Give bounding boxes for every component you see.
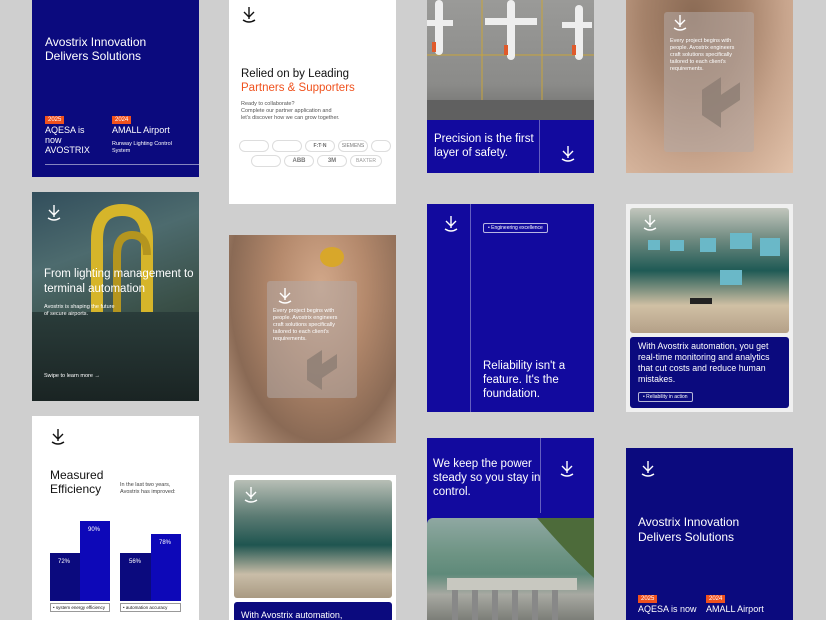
avostrix-logo-icon: [560, 145, 576, 163]
card-text: With Avostrix automation,: [241, 610, 343, 620]
heading-line1: Relied on by Leading: [241, 68, 350, 80]
year-badge: 2025: [45, 108, 65, 126]
card-measured-efficiency[interactable]: Measured Efficiency In the last two year…: [32, 416, 199, 620]
item-text: AMALL Airport: [706, 604, 764, 614]
swipe-link[interactable]: Swipe to learn more →: [44, 373, 100, 379]
subtext: Complete our partner application and: [241, 108, 332, 114]
brand-mark-graphic: [702, 75, 740, 130]
bar-label: 78%: [159, 540, 172, 546]
card-text: Precision is the first layer of safety.: [434, 133, 534, 159]
card-innovation-repeat[interactable]: Avostrix Innovation Delivers Solutions 2…: [626, 448, 793, 620]
card-text: Every project begins with people. Avostr…: [670, 38, 735, 72]
card-power[interactable]: We keep the power steady so you stay in …: [427, 438, 594, 620]
subtext: Ready to collaborate?: [241, 101, 295, 107]
year-badge: 2025: [638, 587, 658, 605]
category-pill: • Reliability in action: [638, 392, 693, 402]
avostrix-logo-icon: [243, 486, 259, 504]
card-title: Measured Efficiency: [50, 468, 104, 496]
card-automation[interactable]: With Avostrix automation, you get real-t…: [626, 204, 793, 412]
item-text: AQESA is now AVOSTRIX: [45, 125, 90, 155]
card-reliability[interactable]: • Engineering excellence Reliability isn…: [427, 204, 594, 412]
bar-label: 56%: [129, 559, 142, 565]
divider: [470, 204, 471, 412]
item-subtext: Runway Lighting Control System: [112, 141, 172, 154]
divider: [539, 120, 540, 173]
item-text: AQESA is now: [638, 604, 697, 614]
card-text: Reliability isn't a feature. It's the fo…: [483, 360, 566, 400]
subtext: let's discover how we can grow together.: [241, 115, 340, 121]
card-title: From lighting management to terminal aut…: [44, 268, 194, 295]
card-text: We keep the power steady so you stay in …: [433, 458, 541, 498]
avostrix-logo-icon: [50, 428, 66, 446]
card-title: Avostrix Innovation Delivers Solutions: [638, 515, 740, 544]
avostrix-logo-icon: [640, 460, 656, 478]
bar-after-efficiency: [80, 521, 110, 601]
partner-logo: BAXTER: [350, 155, 382, 167]
chart-legend: • automation accuracy: [120, 603, 181, 612]
year-badge: 2024: [706, 587, 726, 605]
year-badge: 2024: [112, 108, 132, 126]
card-people-photo[interactable]: Every project begins with people. Avostr…: [229, 235, 396, 443]
avostrix-logo-icon: [277, 287, 293, 305]
card-partners[interactable]: Relied on by Leading Partners & Supporte…: [229, 0, 396, 204]
avostrix-logo-icon: [443, 215, 459, 233]
avostrix-logo-icon: [642, 214, 658, 232]
building-photo: [32, 312, 199, 401]
partner-logo: [251, 155, 281, 167]
card-innovation[interactable]: Avostrix Innovation Delivers Solutions 2…: [32, 0, 199, 177]
partner-logo: [239, 140, 269, 152]
divider: [45, 164, 199, 165]
card-automation-bottom[interactable]: With Avostrix automation,: [229, 475, 396, 620]
partner-logo: ABB: [284, 155, 314, 167]
bar-label: 72%: [58, 559, 71, 565]
card-text: Every project begins with people. Avostr…: [273, 308, 338, 342]
partner-logo: SIEMENS: [338, 140, 368, 152]
avostrix-logo-icon: [672, 14, 688, 32]
airplanes-photo: [427, 0, 594, 120]
partner-logo: [371, 140, 391, 152]
card-terminal-automation[interactable]: From lighting management to terminal aut…: [32, 192, 199, 401]
heading-line2: Partners & Supporters: [241, 82, 355, 94]
bar-label: 90%: [88, 527, 101, 533]
card-subtext: In the last two years, Avostrix has impr…: [120, 482, 176, 495]
card-people-photo-top[interactable]: Every project begins with people. Avostr…: [626, 0, 793, 173]
headphones-photo: [320, 247, 344, 267]
card-precision[interactable]: Precision is the first layer of safety.: [427, 0, 594, 173]
dam-photo: [427, 518, 594, 620]
item-text: AMALL Airport: [112, 125, 170, 135]
partner-logo: [272, 140, 302, 152]
partner-logo: 3M: [317, 155, 347, 167]
avostrix-logo-icon: [46, 204, 62, 222]
chart-legend: • system energy efficiency: [50, 603, 110, 612]
partner-logos: F:T·N SIEMENS ABB 3M BAXTER: [237, 140, 392, 167]
avostrix-logo-icon: [241, 6, 257, 24]
card-subtext: Avostrix is shaping the future of secure…: [44, 304, 115, 317]
card-title: Avostrix Innovation Delivers Solutions: [45, 35, 147, 63]
partner-logo: F:T·N: [305, 140, 335, 152]
avostrix-logo-icon: [559, 460, 575, 478]
card-text: With Avostrix automation, you get real-t…: [638, 341, 770, 384]
category-pill: • Engineering excellence: [483, 223, 548, 233]
brand-mark-graphic: [307, 350, 337, 390]
